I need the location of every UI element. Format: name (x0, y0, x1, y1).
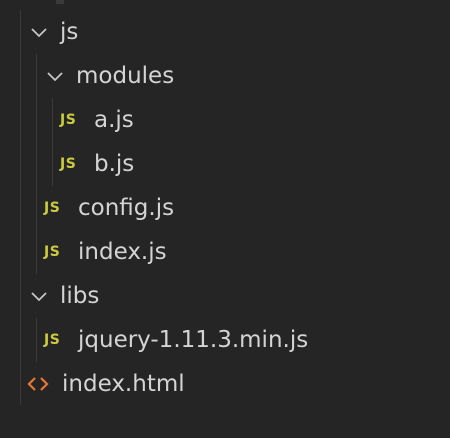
folder-label: modules (76, 63, 175, 89)
file-label: config.js (78, 195, 175, 221)
file-label: index.html (62, 371, 185, 397)
file-a-js[interactable]: JS a.js (0, 98, 450, 142)
javascript-file-icon: JS (44, 332, 61, 348)
file-index-html[interactable]: index.html (0, 362, 450, 406)
file-label: b.js (94, 151, 135, 177)
javascript-file-icon: JS (60, 112, 77, 128)
chevron-down-icon[interactable] (28, 285, 50, 307)
file-label: index.js (78, 239, 167, 265)
folder-libs[interactable]: libs (0, 274, 450, 318)
chevron-down-icon[interactable] (28, 21, 50, 43)
folder-label: libs (60, 283, 100, 309)
file-explorer-tree: js modules JS a.js JS b.js JS config.js … (0, 0, 450, 438)
folder-js[interactable]: js (0, 10, 450, 54)
html-brackets-icon (26, 376, 50, 392)
file-index-js[interactable]: JS index.js (0, 230, 450, 274)
javascript-file-icon: JS (44, 200, 61, 216)
javascript-file-icon: JS (60, 156, 77, 172)
javascript-file-icon: JS (44, 244, 61, 260)
file-config-js[interactable]: JS config.js (0, 186, 450, 230)
file-b-js[interactable]: JS b.js (0, 142, 450, 186)
file-jquery-js[interactable]: JS jquery-1.11.3.min.js (0, 318, 450, 362)
folder-label: js (60, 19, 79, 45)
file-label: a.js (94, 107, 134, 133)
chevron-down-icon[interactable] (44, 65, 66, 87)
folder-modules[interactable]: modules (0, 54, 450, 98)
clipped-row-fragment (56, 0, 64, 4)
file-label: jquery-1.11.3.min.js (78, 327, 309, 353)
